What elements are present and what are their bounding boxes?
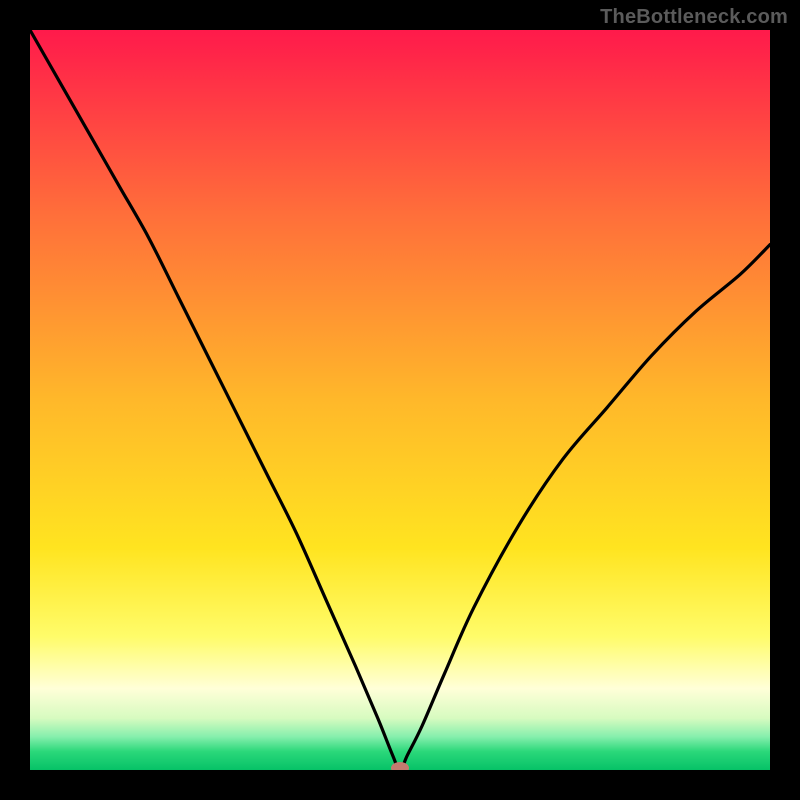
bottleneck-chart [0, 0, 800, 800]
chart-frame: TheBottleneck.com [0, 0, 800, 800]
gradient-plot-area [30, 30, 770, 770]
watermark-label: TheBottleneck.com [600, 6, 788, 29]
